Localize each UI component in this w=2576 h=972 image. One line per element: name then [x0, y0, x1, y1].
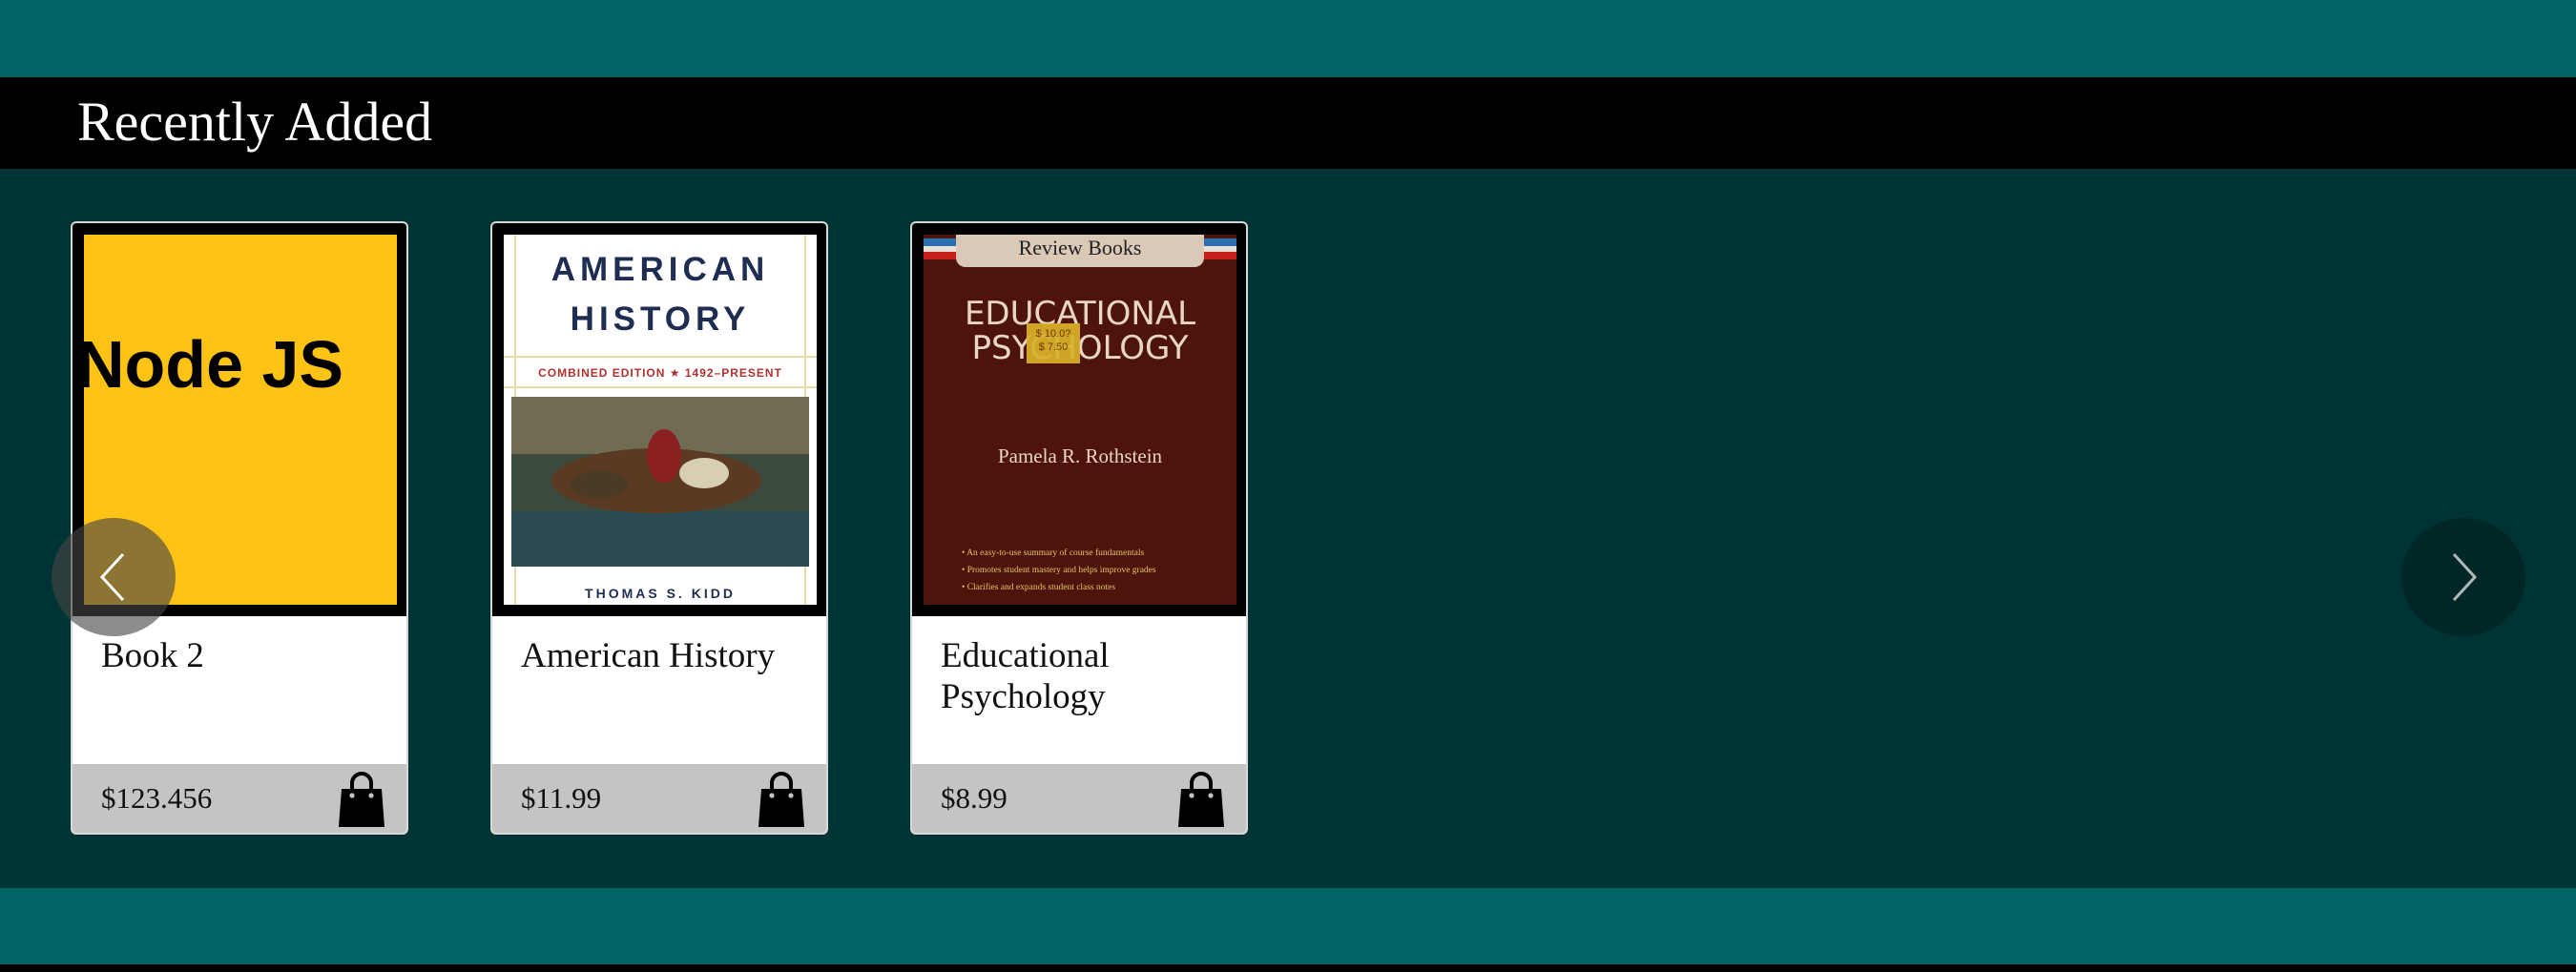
sticker-line: $ 7.50: [1038, 341, 1069, 353]
book-title[interactable]: American History: [521, 635, 807, 676]
card-footer: $11.99: [492, 764, 826, 833]
cover-title-line: PSYCHOLOGY: [924, 330, 1236, 366]
cover-series: Review Books: [956, 235, 1204, 267]
cover-author: THOMAS S. KIDD: [585, 586, 736, 601]
price-sticker: $ 10.0? $ 7.50: [1027, 323, 1080, 363]
chevron-left-icon: [99, 552, 125, 602]
cover-title-line: HISTORY: [570, 300, 751, 338]
shopping-bag-icon[interactable]: [1177, 770, 1225, 829]
carousel-prev-button[interactable]: [52, 518, 176, 636]
book-card[interactable]: Review Books EDUCATIONAL PSYCHOLOGY $ 10…: [910, 221, 1248, 835]
book-title[interactable]: Educational Psychology: [941, 635, 1227, 717]
carousel-next-button[interactable]: [2401, 518, 2525, 636]
cover-bullet: • Clarifies and expands student class no…: [962, 583, 1116, 592]
cover-bullet: • Promotes student mastery and helps imp…: [962, 566, 1156, 575]
top-band: [0, 0, 2576, 77]
card-footer: $123.456: [73, 764, 406, 833]
cover-title-line: AMERICAN: [551, 251, 770, 288]
book-price: $8.99: [941, 781, 1008, 815]
bottom-border: [0, 964, 2576, 972]
shopping-bag-icon[interactable]: [758, 770, 805, 829]
cover-bullets: • An easy-to-use summary of course funda…: [962, 545, 1229, 596]
book-cover-frame: AMERICAN HISTORY COMBINED EDITION ★ 1492…: [492, 223, 826, 616]
cover-title-line: EDUCATIONAL: [964, 295, 1196, 333]
book-cover-image[interactable]: AMERICAN HISTORY COMBINED EDITION ★ 1492…: [504, 235, 817, 605]
book-cover-frame: Review Books EDUCATIONAL PSYCHOLOGY $ 10…: [912, 223, 1246, 616]
sticker-line: $ 10.0?: [1035, 328, 1071, 340]
book-title[interactable]: Book 2: [101, 635, 387, 676]
chevron-right-icon: [2452, 552, 2478, 602]
cover-edition: COMBINED EDITION ★ 1492–PRESENT: [538, 366, 782, 380]
section-title: Recently Added: [77, 91, 433, 153]
cover-text: Node JS: [84, 327, 344, 402]
book-price: $123.456: [101, 781, 213, 815]
book-price: $11.99: [521, 781, 602, 815]
cover-bullet: • An easy-to-use summary of course funda…: [962, 548, 1145, 558]
card-footer: $8.99: [912, 764, 1246, 833]
cover-author: Pamela R. Rothstein: [997, 445, 1163, 467]
book-cover-image[interactable]: Review Books EDUCATIONAL PSYCHOLOGY $ 10…: [924, 235, 1236, 605]
bottom-band: [0, 888, 2576, 964]
book-card[interactable]: AMERICAN HISTORY COMBINED EDITION ★ 1492…: [490, 221, 828, 835]
shopping-bag-icon[interactable]: [338, 770, 385, 829]
